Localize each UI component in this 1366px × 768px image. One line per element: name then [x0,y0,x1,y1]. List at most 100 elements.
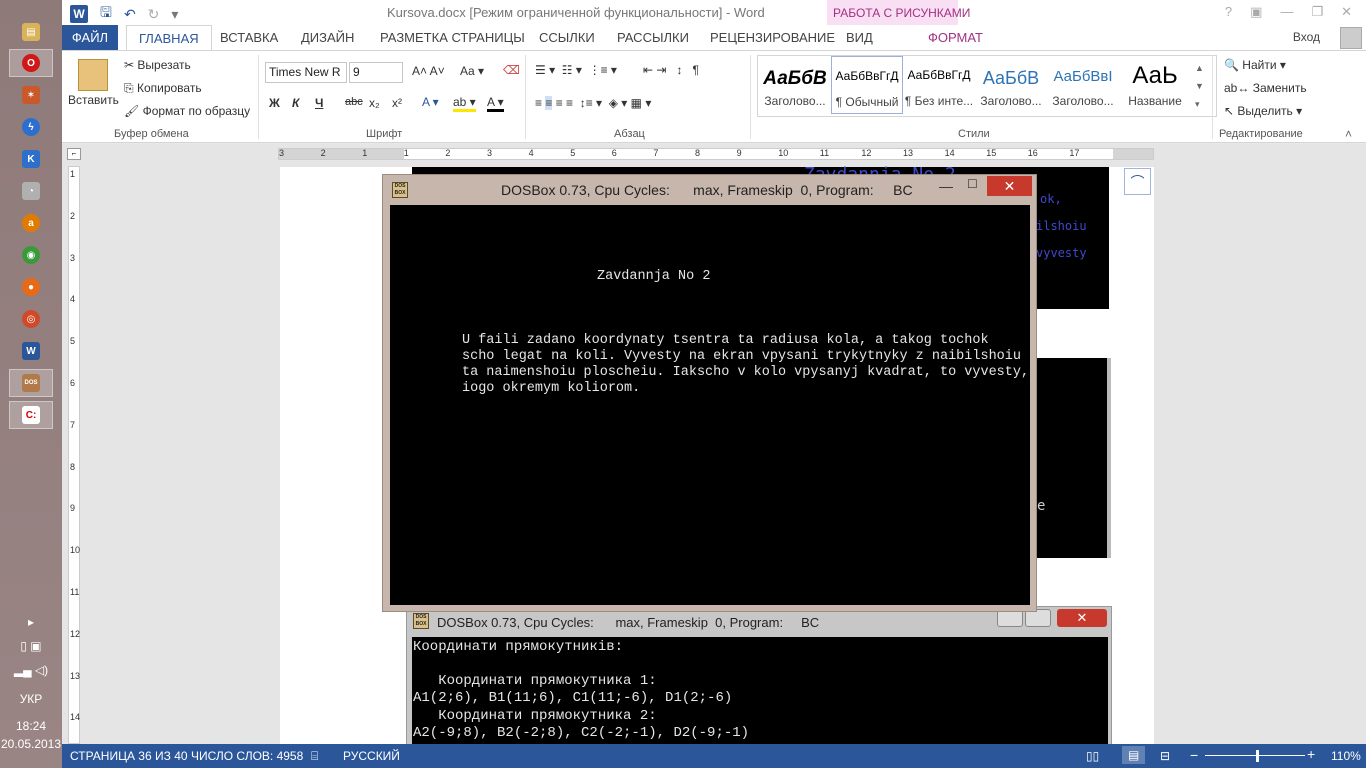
select-button[interactable]: ↖ Выделить ▾ [1224,104,1302,118]
web-layout-icon[interactable]: ⊟ [1160,749,1170,763]
word-icon[interactable]: W [9,337,53,365]
keepass-icon[interactable]: K [9,145,53,173]
word-count[interactable]: ЧИСЛО СЛОВ: 4958 [191,749,303,763]
clear-format-icon[interactable]: ⌫ [503,63,520,77]
redo-icon[interactable]: ↻ [148,6,160,23]
replace-button[interactable]: ab↔ Заменить [1224,81,1307,95]
opera-icon[interactable]: O [9,49,53,77]
firefox-icon[interactable]: ● [9,273,53,301]
dosbox-window[interactable]: DOS BOX DOSBox 0.73, Cpu Cycles: max, Fr… [382,174,1037,612]
chrome-icon[interactable]: ◉ [9,241,53,269]
subscript-button[interactable]: x₂ [369,96,380,110]
tab-insert[interactable]: ВСТАВКА [220,30,278,45]
explorer-icon[interactable]: ▤ [9,18,53,46]
zoom-slider-thumb[interactable] [1256,750,1260,762]
layout-options-icon[interactable]: ⌒ [1124,168,1151,195]
game-icon[interactable]: ◔ [9,177,53,205]
tab-layout[interactable]: РАЗМЕТКА СТРАНИЦЫ [380,30,525,45]
font-family-combo[interactable]: Times New R [265,62,347,83]
close-icon[interactable]: ✕ [1341,4,1352,20]
style-heading2[interactable]: АаБбВ Заголово... [975,56,1047,114]
clock-date[interactable]: 20.05.2013 [0,737,62,751]
styles-scroll-icon[interactable]: ▲ ▼ ▾ [1195,59,1204,113]
underline-button[interactable]: Ч [315,96,323,110]
tray-expand-icon[interactable]: ▸ [0,615,62,629]
collapse-ribbon-icon[interactable]: ˄ [1345,127,1352,141]
status-bar: СТРАНИЦА 36 ИЗ 40 ЧИСЛО СЛОВ: 4958 ⌸ РУС… [62,744,1366,768]
dosbox-icon[interactable]: DOS [9,369,53,397]
language-status[interactable]: РУССКИЙ [343,749,400,763]
avast-icon[interactable]: a [9,209,53,237]
font-size-combo[interactable]: 9 [349,62,403,83]
dosbox-screen[interactable]: Zavdannja No 2 U faili zadano koordynaty… [390,205,1030,605]
dosbox-window-secondary[interactable]: DOS BOX DOSBox 0.73, Cpu Cycles: max, Fra… [406,606,1112,747]
avatar[interactable] [1340,27,1362,49]
text-effects-icon[interactable]: A ▾ [422,95,439,109]
bold-button[interactable]: Ж [269,96,280,110]
language-indicator[interactable]: УКР [0,692,62,706]
save-icon[interactable]: 🖫 [100,2,112,26]
zoom-out-icon[interactable]: − [1190,747,1198,763]
bullets-icon[interactable]: ☰ ▾ ☷ ▾ ⋮≡ ▾ [535,63,617,77]
font-color-icon[interactable]: A ▾ [487,95,504,112]
italic-button[interactable]: К [292,96,299,110]
maximize-icon[interactable]: ☐ [967,177,978,191]
find-button[interactable]: 🔍 Найти ▾ [1224,58,1286,72]
zoom-slider[interactable] [1205,755,1305,756]
document-screenshot-image-2[interactable] [1036,358,1111,558]
login-link[interactable]: Вход [1293,30,1320,44]
restore-icon[interactable]: ❐ [1311,4,1323,20]
tab-design[interactable]: ДИЗАЙН [301,30,354,45]
indent-icons[interactable]: ⇤ ⇥ ↕ ¶ [643,63,699,77]
cut-button[interactable]: ✂ Вырезать [124,58,191,72]
align-icons[interactable]: ≡ ≡ ≡ ≡ ↕≡ ▾ ◈ ▾ ▦ ▾ [535,96,651,110]
read-mode-icon[interactable]: ▯▯ [1086,749,1099,763]
superscript-button[interactable]: x² [392,96,402,110]
cmd-icon[interactable]: C: [9,401,53,429]
style-normal[interactable]: АаБбВвГгД ¶ Обычный [831,56,903,114]
paste-icon[interactable] [78,59,108,91]
zoom-level[interactable]: 110% [1331,749,1361,763]
style-heading1[interactable]: АаБбВ Заголово... [759,56,831,114]
zoom-in-icon[interactable]: + [1307,746,1315,762]
tab-home[interactable]: ГЛАВНАЯ [126,25,212,50]
close-icon[interactable]: ✕ [1057,609,1107,627]
paste-button[interactable]: Вставить [68,93,119,107]
grow-font-icon[interactable]: A˄ A˅ [412,64,445,78]
tab-review[interactable]: РЕЦЕНЗИРОВАНИЕ [710,30,835,45]
tab-file[interactable]: ФАЙЛ [62,25,118,50]
style-heading3[interactable]: АаБбВвI Заголово... [1047,56,1119,114]
highlight-icon[interactable]: ab ▾ [453,95,476,112]
change-case-icon[interactable]: Aa ▾ [460,64,484,78]
ribbon-display-icon[interactable]: ▣ [1250,4,1262,20]
tab-selector-icon[interactable]: ⌐ [67,148,81,160]
horizontal-ruler[interactable]: 3 2 1 1 2 3 4 5 6 7 8 9 10 11 12 13 14 15 16 17 [278,148,1154,160]
vertical-ruler[interactable]: 123456789101112131415 [68,166,80,764]
tab-format[interactable]: ФОРМАТ [928,30,983,45]
lightning-icon[interactable]: ϟ [9,113,53,141]
tab-references[interactable]: ССЫЛКИ [539,30,595,45]
tab-mailings[interactable]: РАССЫЛКИ [617,30,689,45]
tab-view[interactable]: ВИД [846,30,873,45]
help-icon[interactable]: ? [1225,4,1232,20]
print-layout-icon[interactable]: ▤ [1122,746,1146,764]
copy-button[interactable]: ⎘ Копировать [124,81,202,96]
minimize-icon[interactable]: — [939,178,953,194]
undo-icon[interactable]: ↶ [124,6,136,23]
style-title[interactable]: АаЬ Название [1119,56,1191,114]
clock-time[interactable]: 18:24 [0,719,62,733]
minimize-icon[interactable]: — [1280,4,1293,20]
strikethrough-button[interactable]: abc [345,96,363,108]
app-icon[interactable]: ✶ [9,81,53,109]
tray-icons[interactable]: ▯ ▣ [0,639,62,653]
format-painter-button[interactable]: 🖌 Формат по образцу [124,104,250,118]
dosbox-secondary-screen[interactable]: Координати прямокутників: Координати пря… [412,637,1108,747]
app2-icon[interactable]: ◎ [9,305,53,333]
proofing-icon[interactable]: ⌸ [311,749,318,764]
style-no-spacing[interactable]: АаБбВвГгД ¶ Без инте... [903,56,975,114]
customize-qat-icon[interactable]: ▾ [171,6,178,23]
network-volume-icon[interactable]: ▂▄ ◁) [0,663,62,677]
page-count[interactable]: СТРАНИЦА 36 ИЗ 40 [70,749,188,763]
close-icon[interactable]: ✕ [987,176,1032,196]
align-center-icon[interactable]: ≡ [545,96,553,110]
